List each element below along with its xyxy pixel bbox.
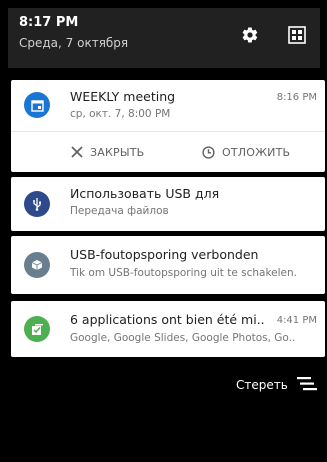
notification-title: USB-foutopsporing verbonden: [70, 247, 259, 262]
clear-all-icon: [296, 376, 317, 394]
clear-all-button[interactable]: Стереть: [236, 374, 317, 396]
notification-time: 4:41 PM: [276, 315, 317, 326]
notification-usb-debugging[interactable]: USB-foutopsporing verbonden Tik om USB-f…: [11, 236, 325, 294]
clock-icon: [202, 145, 215, 159]
notification-subtitle: ср, окт. 7, 8:00 PM: [70, 108, 171, 120]
notification-subtitle: Google, Google Slides, Google Photos, Go…: [70, 332, 296, 344]
notification-usb[interactable]: Использовать USB для Передача файлов: [11, 177, 325, 231]
status-header: 8:17 PM Среда, 7 октября: [8, 8, 320, 68]
notification-calendar[interactable]: WEEKLY meeting ср, окт. 7, 8:00 PM 8:16 …: [11, 80, 325, 172]
gear-icon[interactable]: [237, 22, 263, 48]
install-icon: [24, 316, 50, 342]
notification-title: WEEKLY meeting: [70, 89, 176, 104]
date-label: Среда, 7 октября: [19, 36, 129, 50]
dismiss-button[interactable]: ЗАКРЫТЬ: [71, 140, 144, 164]
calendar-icon: [24, 92, 50, 118]
notification-title: Использовать USB для: [70, 186, 220, 201]
notification-subtitle: Tik om USB-foutopsporing uit te schakele…: [70, 267, 298, 279]
notification-shade: 8:17 PM Среда, 7 октября WEEKLY meeting …: [0, 0, 327, 462]
dismiss-label: ЗАКРЫТЬ: [90, 145, 145, 159]
close-icon: [71, 146, 83, 158]
usb-icon: [24, 191, 50, 217]
notification-subtitle: Передача файлов: [70, 205, 169, 217]
clear-all-label: Стереть: [236, 378, 288, 392]
snooze-label: ОТЛОЖИТЬ: [222, 145, 291, 159]
divider: [11, 131, 325, 132]
notification-title: 6 applications ont bien été mi..: [70, 312, 265, 327]
notification-app-installs[interactable]: 6 applications ont bien été mi.. Google,…: [11, 301, 325, 357]
snooze-button[interactable]: ОТЛОЖИТЬ: [202, 140, 290, 164]
notification-time: 8:16 PM: [276, 92, 317, 103]
debug-icon: [24, 252, 50, 278]
quick-settings-icon[interactable]: [284, 22, 310, 48]
clock: 8:17 PM: [19, 15, 79, 30]
